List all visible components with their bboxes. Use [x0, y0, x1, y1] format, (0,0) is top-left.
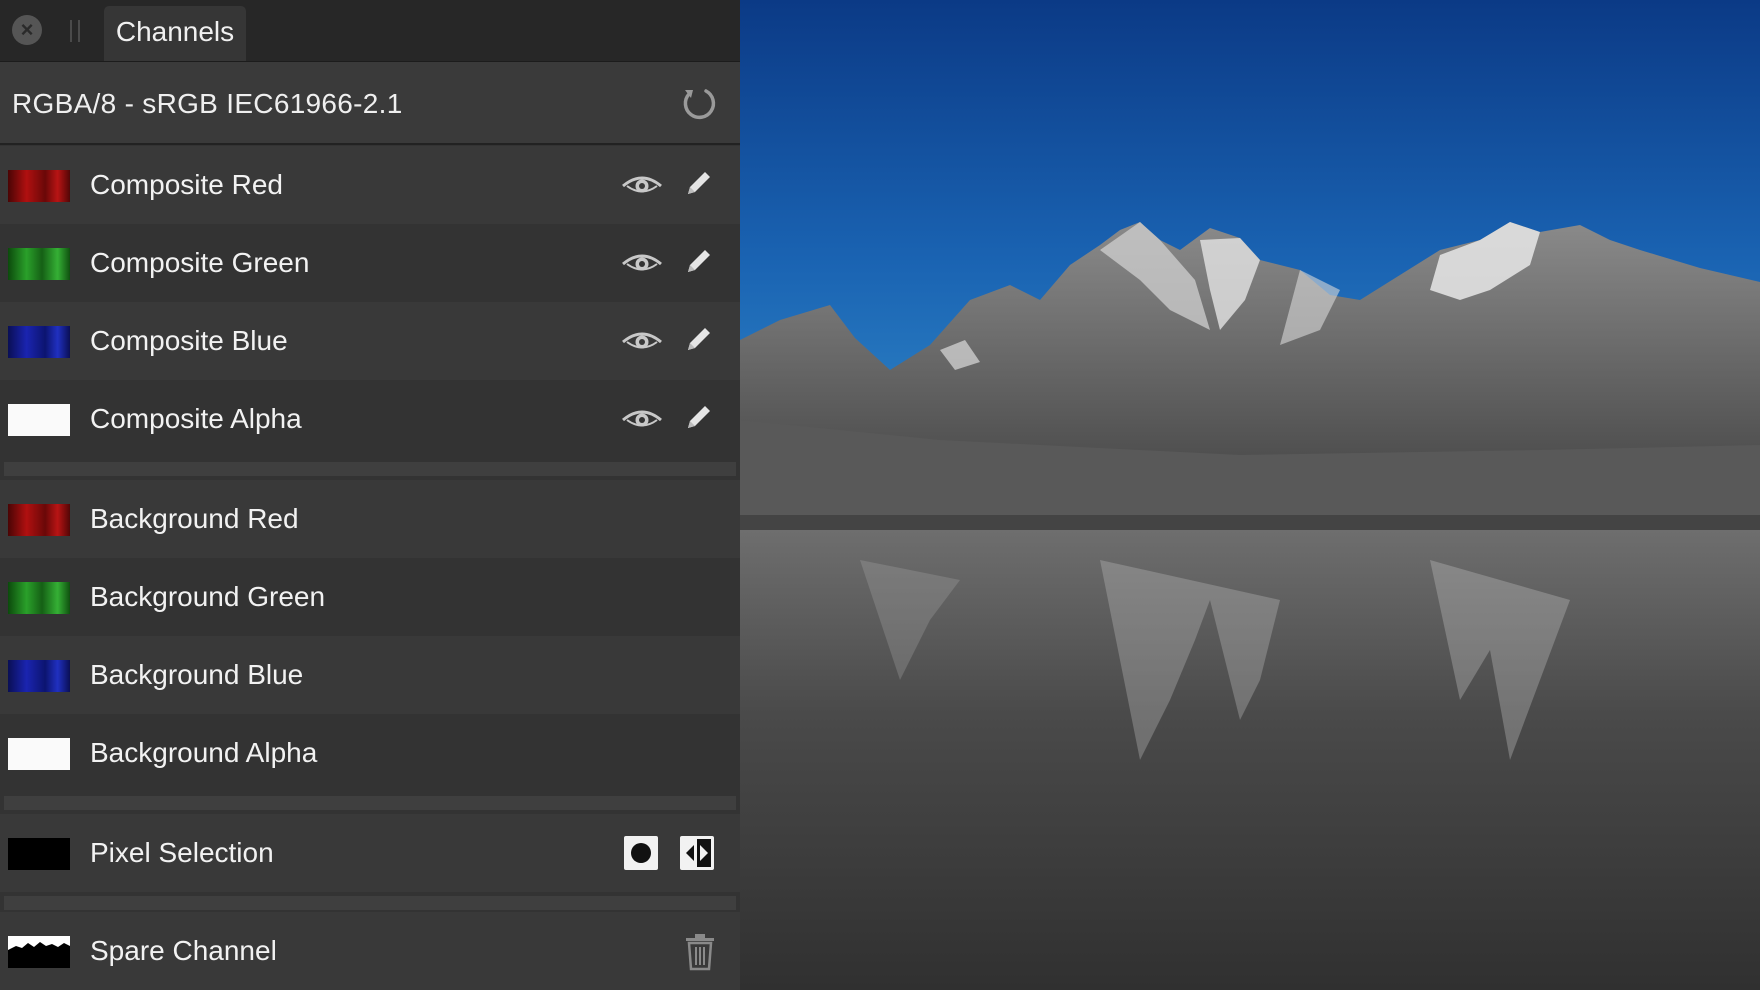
- channel-thumbnail: [8, 582, 70, 614]
- channel-label: Composite Green: [90, 247, 310, 278]
- circle-fill-icon[interactable]: [623, 835, 659, 871]
- channel-thumbnail: [8, 738, 70, 770]
- channel-row-spare-channel[interactable]: Spare Channel: [0, 912, 740, 990]
- channel-thumbnail: [8, 170, 70, 202]
- section-divider: [4, 796, 736, 810]
- pencil-icon[interactable]: [680, 322, 716, 358]
- channel-thumbnail: [8, 838, 70, 870]
- channel-thumbnail: [8, 504, 70, 536]
- invert-icon[interactable]: [679, 835, 715, 871]
- tab-channels[interactable]: Channels: [104, 6, 246, 61]
- channel-thumbnail: [8, 248, 70, 280]
- pencil-icon[interactable]: [680, 244, 716, 280]
- channel-label: Background Alpha: [90, 737, 318, 768]
- channel-row-composite-alpha[interactable]: Composite Alpha: [0, 380, 740, 458]
- channel-row-pixel-selection[interactable]: Pixel Selection: [0, 814, 740, 892]
- channel-label: Background Red: [90, 503, 299, 534]
- drag-handle[interactable]: [70, 20, 82, 42]
- close-icon[interactable]: ×: [12, 15, 42, 45]
- channel-row-background-alpha[interactable]: Background Alpha: [0, 714, 740, 792]
- channel-format-header: RGBA/8 - sRGB IEC61966-2.1: [0, 62, 740, 145]
- channel-row-composite-blue[interactable]: Composite Blue: [0, 302, 740, 380]
- trash-icon[interactable]: [682, 932, 718, 972]
- channels-panel: × Channels RGBA/8 - sRGB IEC61966-2.1 Co…: [0, 0, 740, 990]
- eye-icon[interactable]: [620, 326, 664, 356]
- pencil-icon[interactable]: [680, 400, 716, 436]
- channel-label: Composite Red: [90, 169, 283, 200]
- channel-row-background-green[interactable]: Background Green: [0, 558, 740, 636]
- channel-thumbnail: [8, 936, 70, 968]
- eye-icon[interactable]: [620, 248, 664, 278]
- channel-label: Pixel Selection: [90, 837, 274, 868]
- pencil-icon[interactable]: [680, 166, 716, 202]
- section-divider: [4, 896, 736, 910]
- channel-thumbnail: [8, 404, 70, 436]
- eye-icon[interactable]: [620, 404, 664, 434]
- color-format-label: RGBA/8 - sRGB IEC61966-2.1: [12, 88, 403, 119]
- channel-label: Background Blue: [90, 659, 304, 690]
- channel-label: Composite Alpha: [90, 403, 302, 434]
- eye-icon[interactable]: [620, 170, 664, 200]
- section-divider: [4, 462, 736, 476]
- channel-label: Composite Blue: [90, 325, 288, 356]
- channel-row-composite-red[interactable]: Composite Red: [0, 146, 740, 224]
- channel-label: Background Green: [90, 581, 326, 612]
- canvas-image[interactable]: [740, 0, 1760, 990]
- channel-label: Spare Channel: [90, 935, 277, 966]
- panel-tab-bar: × Channels: [0, 0, 740, 62]
- channel-row-background-red[interactable]: Background Red: [0, 480, 740, 558]
- channel-row-background-blue[interactable]: Background Blue: [0, 636, 740, 714]
- channel-thumbnail: [8, 660, 70, 692]
- channel-thumbnail: [8, 326, 70, 358]
- refresh-icon[interactable]: [680, 84, 718, 122]
- channel-row-composite-green[interactable]: Composite Green: [0, 224, 740, 302]
